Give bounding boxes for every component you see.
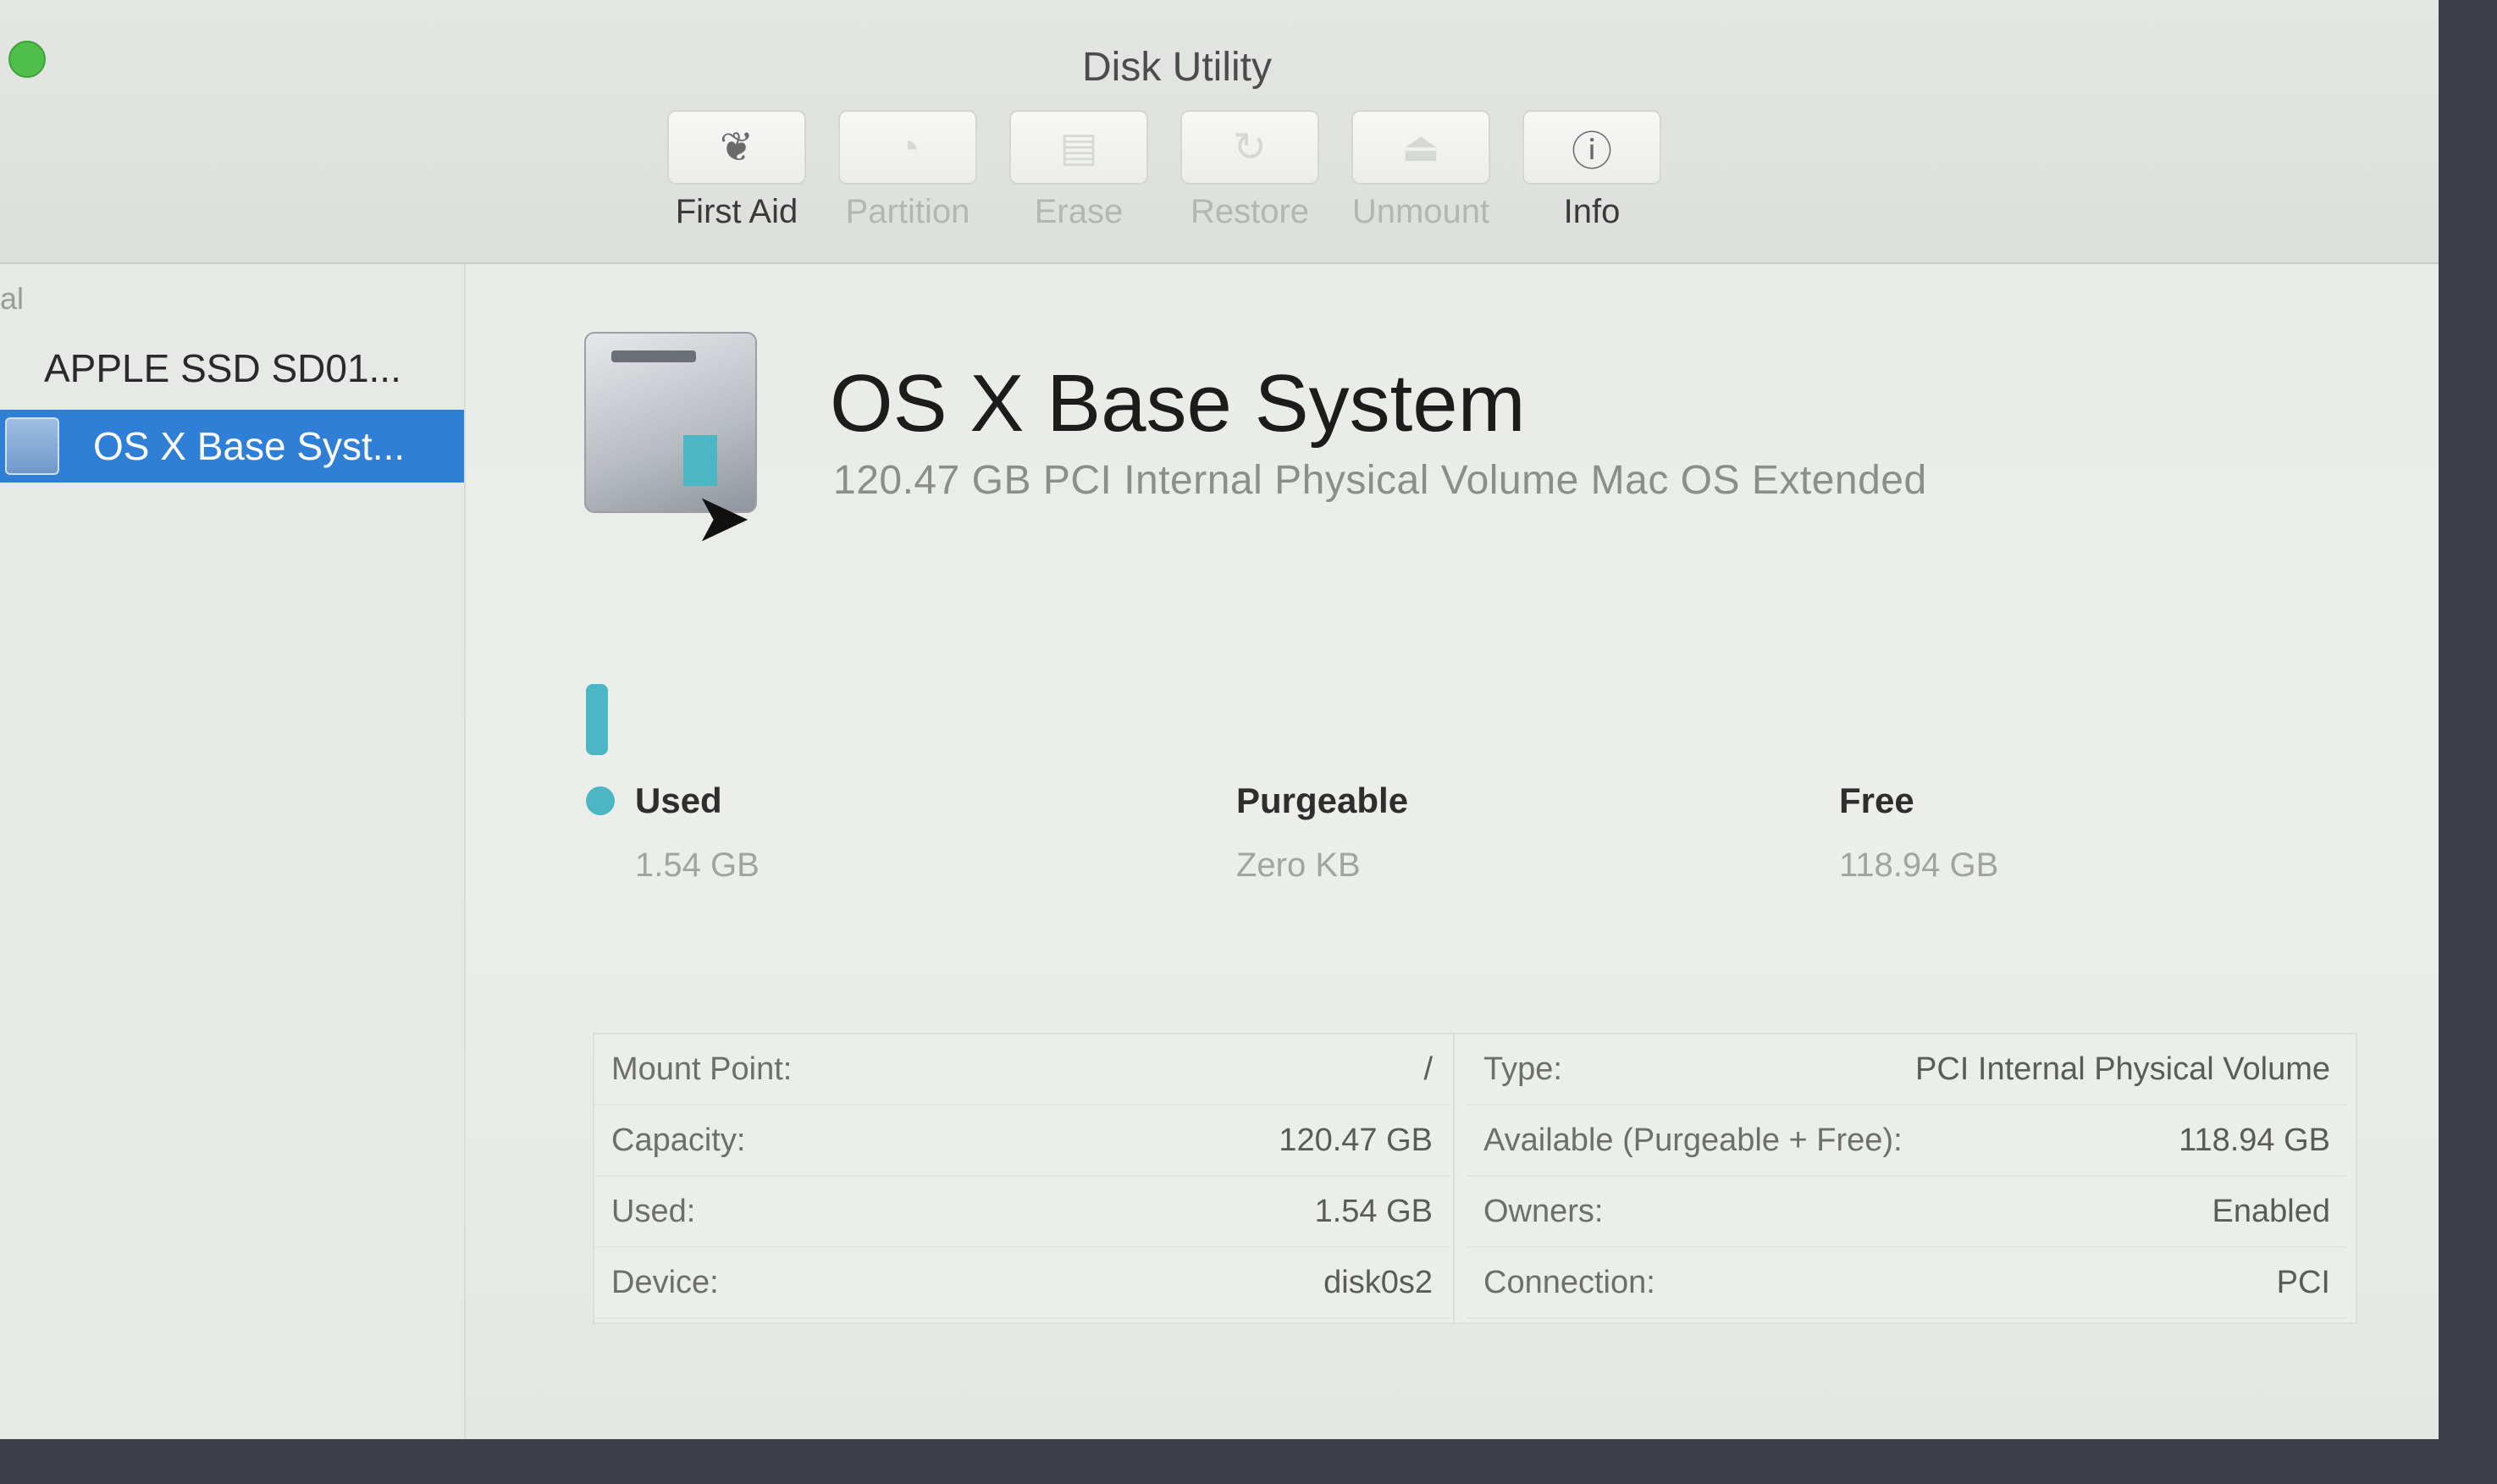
sidebar-item-label: APPLE SSD SD01... xyxy=(44,346,401,390)
free-label: Free xyxy=(1839,781,1914,820)
info-value: PCI Internal Physical Volume xyxy=(1914,1051,2330,1087)
info-row-capacity: Capacity: 120.47 GB xyxy=(594,1106,1450,1177)
info-column-right: Type: PCI Internal Physical Volume Avail… xyxy=(1467,1034,2347,1322)
info-row-used: Used: 1.54 GB xyxy=(594,1177,1450,1248)
info-row-owners: Owners: Enabled xyxy=(1467,1177,2347,1248)
restore-label: Restore xyxy=(1190,193,1310,230)
info-row-available: Available (Purgeable + Free): 118.94 GB xyxy=(1467,1106,2347,1177)
erase-label: Erase xyxy=(1034,193,1124,230)
info-value: 120.47 GB xyxy=(1279,1122,1433,1158)
mouse-cursor-icon: ➤ xyxy=(694,480,752,555)
info-row-mount-point: Mount Point: / xyxy=(594,1034,1450,1106)
info-value: PCI xyxy=(2276,1264,2330,1300)
info-button[interactable]: ⓘ Info xyxy=(1522,110,1661,231)
unmount-label: Unmount xyxy=(1351,193,1490,230)
sidebar-item-label: OS X Base Syst... xyxy=(93,424,406,468)
info-key: Connection: xyxy=(1483,1264,1655,1300)
volume-detail-pane: ➤ OS X Base System 120.47 GB PCI Interna… xyxy=(474,264,2439,1439)
purgeable-value: Zero KB xyxy=(1236,847,1361,884)
first-aid-button[interactable]: ❦ First Aid xyxy=(667,110,806,231)
info-key: Available (Purgeable + Free): xyxy=(1483,1122,1903,1158)
restore-icon: ↻ xyxy=(1180,110,1319,185)
info-value: Enabled xyxy=(2212,1193,2330,1229)
purgeable-label: Purgeable xyxy=(1236,781,1409,820)
info-label: Info xyxy=(1563,193,1621,230)
volume-icon xyxy=(5,417,59,475)
sidebar-section-header: al xyxy=(0,281,25,316)
info-row-device: Device: disk0s2 xyxy=(594,1248,1450,1319)
sidebar-item-apple-ssd[interactable]: APPLE SSD SD01... xyxy=(0,332,464,405)
info-row-type: Type: PCI Internal Physical Volume xyxy=(1467,1034,2347,1106)
eject-icon: ⏏ xyxy=(1351,110,1490,185)
info-value: 118.94 GB xyxy=(2179,1122,2330,1158)
info-value: / xyxy=(1423,1051,1433,1087)
titlebar: Disk Utility ❦ First Aid ◔ Partition ▤ E… xyxy=(0,0,2439,264)
used-stat: Used 1.54 GB xyxy=(586,781,760,885)
usage-bar-used-fill xyxy=(586,684,608,755)
info-value: 1.54 GB xyxy=(1314,1193,1433,1229)
info-icon: ⓘ xyxy=(1522,110,1661,185)
info-column-left: Mount Point: / Capacity: 120.47 GB Used:… xyxy=(594,1034,1450,1322)
toolbar: ❦ First Aid ◔ Partition ▤ Erase ↻ Restor… xyxy=(667,110,1661,231)
info-row-connection: Connection: PCI xyxy=(1467,1248,2347,1319)
window-title: Disk Utility xyxy=(1082,45,1272,90)
erase-icon: ▤ xyxy=(1009,110,1148,185)
free-stat: Free 118.94 GB xyxy=(1839,781,1998,885)
info-key: Type: xyxy=(1483,1051,1562,1087)
unmount-button[interactable]: ⏏ Unmount xyxy=(1351,110,1490,231)
volume-name: OS X Base System xyxy=(830,358,1526,449)
used-label: Used xyxy=(635,781,722,820)
partition-icon: ◔ xyxy=(838,110,977,185)
disk-utility-window: Disk Utility ❦ First Aid ◔ Partition ▤ E… xyxy=(0,0,2439,1439)
info-key: Owners: xyxy=(1483,1193,1604,1229)
partition-label: Partition xyxy=(845,193,970,230)
volume-info-table: Mount Point: / Capacity: 120.47 GB Used:… xyxy=(593,1033,2357,1324)
usage-bar xyxy=(586,684,2279,755)
purgeable-stat: Purgeable Zero KB xyxy=(1236,781,1408,885)
info-key: Capacity: xyxy=(611,1122,746,1158)
stethoscope-icon: ❦ xyxy=(667,110,806,185)
info-key: Used: xyxy=(611,1193,696,1229)
restore-button[interactable]: ↻ Restore xyxy=(1180,110,1319,231)
info-key: Mount Point: xyxy=(611,1051,793,1087)
free-value: 118.94 GB xyxy=(1839,847,1999,884)
volume-description: 120.47 GB PCI Internal Physical Volume M… xyxy=(833,458,1927,503)
info-column-divider xyxy=(1453,1034,1455,1322)
first-aid-label: First Aid xyxy=(675,193,798,230)
info-value: disk0s2 xyxy=(1323,1264,1433,1300)
sidebar: al APPLE SSD SD01... OS X Base Syst... xyxy=(0,264,466,1439)
erase-button[interactable]: ▤ Erase xyxy=(1009,110,1148,231)
partition-button[interactable]: ◔ Partition xyxy=(838,110,977,231)
used-value: 1.54 GB xyxy=(635,847,760,884)
sidebar-item-os-x-base-system[interactable]: OS X Base Syst... xyxy=(0,410,464,483)
used-legend-dot xyxy=(586,786,615,815)
info-key: Device: xyxy=(611,1264,719,1300)
